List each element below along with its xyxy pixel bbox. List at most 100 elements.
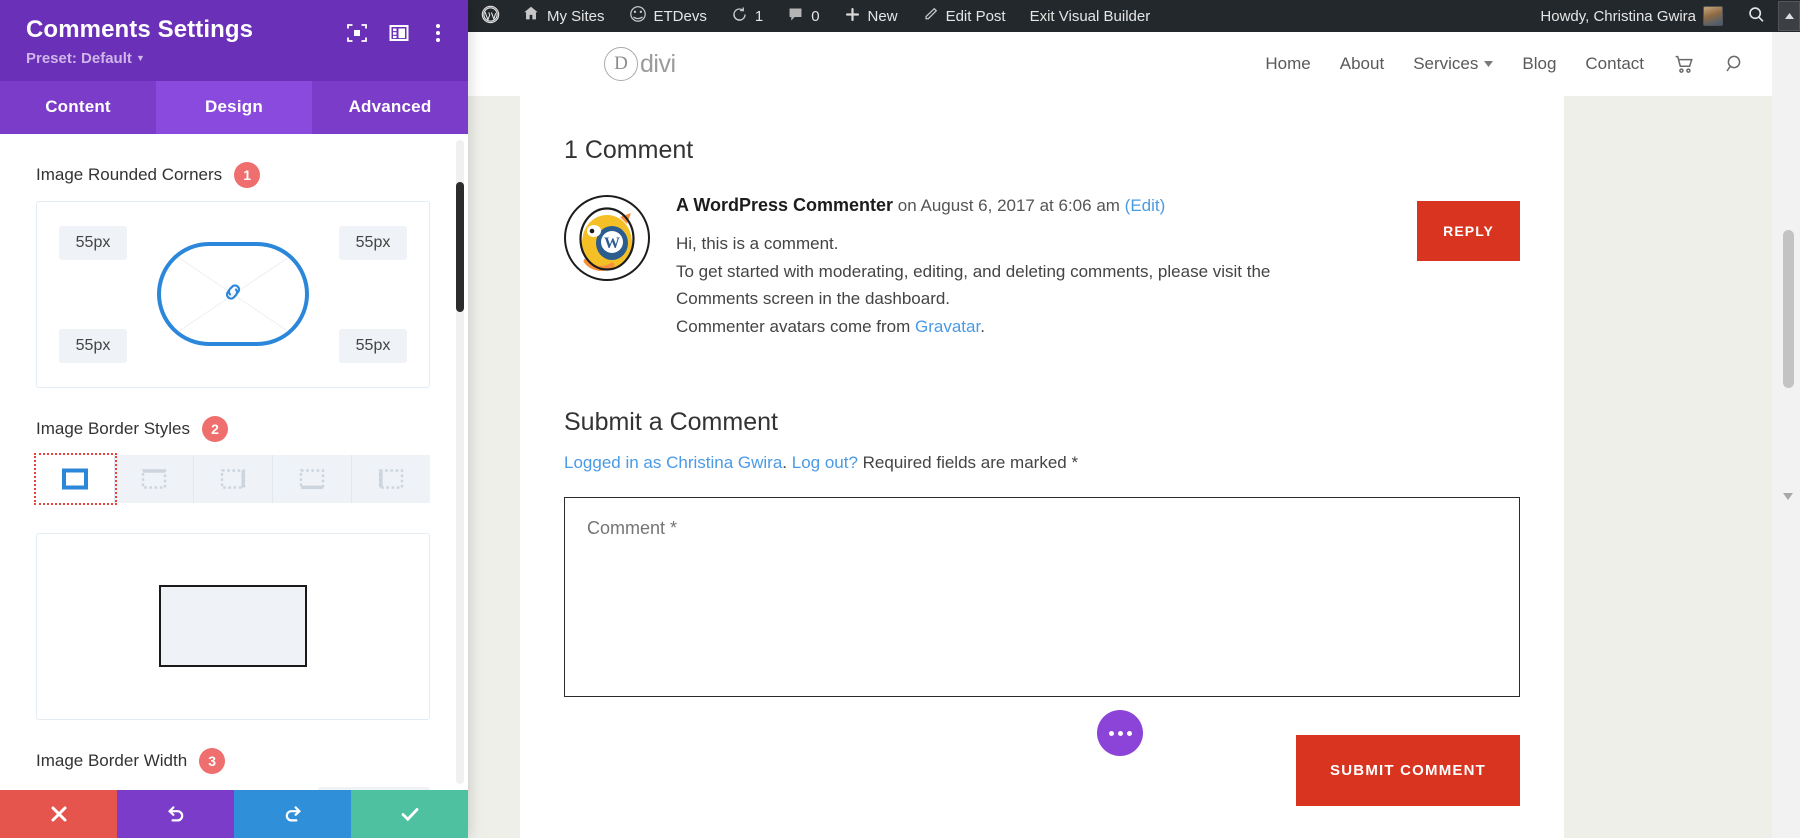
- my-account-menu[interactable]: Howdy, Christina Gwira: [1528, 0, 1735, 32]
- edit-post-link[interactable]: Edit Post: [910, 0, 1018, 32]
- logged-in-notice: Logged in as Christina Gwira. Log out? R…: [564, 453, 1520, 473]
- border-width-input[interactable]: 2px: [318, 786, 430, 790]
- comment-item: W A WordPress Commenter on August 6, 201…: [564, 195, 1520, 340]
- field-rounded-corners-label-row: Image Rounded Corners 1: [36, 161, 430, 188]
- border-style-right-button[interactable]: [194, 454, 273, 503]
- svg-text:W: W: [604, 235, 620, 252]
- comment-body: A WordPress Commenter on August 6, 2017 …: [676, 195, 1520, 340]
- step-badge-2: 2: [202, 415, 229, 442]
- exit-visual-builder-label: Exit Visual Builder: [1029, 7, 1151, 25]
- avatar: [1703, 6, 1723, 26]
- panel-preset-label: Preset: Default: [26, 49, 132, 67]
- border-preview-rect: [159, 585, 307, 668]
- chevron-down-icon[interactable]: [1782, 490, 1794, 502]
- updates-menu[interactable]: 1: [719, 0, 775, 32]
- plus-icon: [844, 6, 861, 27]
- layout-columns-icon[interactable]: [388, 22, 410, 44]
- submit-comment-button[interactable]: SUBMIT COMMENT: [1296, 735, 1520, 807]
- pencil-icon: [922, 6, 939, 27]
- more-options-icon[interactable]: [430, 22, 446, 44]
- tab-advanced[interactable]: Advanced: [312, 81, 468, 134]
- rounded-corners-control[interactable]: 55px 55px 55px 55px: [36, 200, 430, 388]
- site-name-menu[interactable]: ETDevs: [617, 0, 719, 32]
- cancel-changes-button[interactable]: [0, 790, 117, 838]
- wapuu-illustration: W: [579, 207, 635, 271]
- wordpress-wapuu-avatar: W: [564, 195, 650, 281]
- comments-menu[interactable]: 0: [775, 0, 831, 32]
- cart-icon[interactable]: [1673, 53, 1695, 75]
- new-content-menu[interactable]: New: [832, 0, 910, 32]
- corner-top-right-input[interactable]: 55px: [339, 225, 407, 260]
- comment-edit-link[interactable]: (Edit): [1125, 196, 1166, 215]
- exit-visual-builder-link[interactable]: Exit Visual Builder: [1018, 0, 1163, 32]
- updates-count: 1: [754, 7, 764, 25]
- corner-bottom-left-input[interactable]: 55px: [59, 328, 127, 363]
- comment-author: A WordPress Commenter: [676, 195, 894, 215]
- panel-header: Comments Settings Preset: Default ▼: [0, 0, 468, 81]
- panel-action-bar: [0, 790, 468, 838]
- nav-item-about[interactable]: About: [1340, 54, 1384, 74]
- edit-post-label: Edit Post: [945, 7, 1006, 25]
- save-changes-button[interactable]: [351, 790, 468, 838]
- tab-design[interactable]: Design: [156, 80, 312, 134]
- new-content-label: New: [867, 7, 898, 25]
- site-name-label: ETDevs: [653, 7, 707, 25]
- chevron-down-icon: [1484, 61, 1494, 67]
- border-style-left-button[interactable]: [352, 454, 430, 503]
- nav-item-blog[interactable]: Blog: [1522, 54, 1556, 74]
- search-icon: [1747, 5, 1766, 28]
- border-style-all-button[interactable]: [34, 452, 117, 505]
- comment-bubble-icon: [787, 6, 804, 27]
- border-style-bottom-button[interactable]: [273, 454, 352, 503]
- comment-textarea[interactable]: [564, 497, 1520, 698]
- corner-bottom-right-input[interactable]: 55px: [339, 328, 407, 363]
- my-sites-menu[interactable]: My Sites: [510, 0, 617, 32]
- my-sites-label: My Sites: [547, 7, 605, 25]
- avatar-note-prefix: Commenter avatars come from: [676, 316, 916, 336]
- nav-item-contact[interactable]: Contact: [1585, 54, 1644, 74]
- corner-top-left-input[interactable]: 55px: [59, 225, 127, 260]
- page-settings-fab[interactable]: [1097, 710, 1143, 756]
- wordpress-logo-menu[interactable]: [468, 0, 510, 32]
- updates-icon: [731, 6, 748, 27]
- chevron-up-icon: [1784, 13, 1794, 19]
- panel-scrollbar-thumb[interactable]: [456, 181, 464, 312]
- field-label: Image Border Styles: [36, 418, 191, 438]
- log-out-link[interactable]: Log out?: [792, 453, 858, 472]
- browser-scrollbar-thumb[interactable]: [1783, 230, 1794, 388]
- redo-button[interactable]: [234, 790, 351, 838]
- step-badge-3: 3: [199, 747, 226, 774]
- site-header: D divi Home About Services Blog Contact: [468, 32, 1772, 96]
- search-icon[interactable]: [1724, 53, 1746, 75]
- scroll-up-button[interactable]: [1778, 1, 1800, 31]
- comment-meta-on: on: [897, 196, 917, 215]
- panel-preset-selector[interactable]: Preset: Default ▼: [26, 50, 346, 67]
- comment-date: August 6, 2017 at 6:06 am: [920, 196, 1120, 215]
- tab-content[interactable]: Content: [0, 81, 156, 134]
- site-logo[interactable]: D divi: [604, 47, 676, 81]
- reply-button[interactable]: REPLY: [1417, 201, 1520, 261]
- panel-tabs: Content Design Advanced: [0, 80, 468, 134]
- field-label: Image Rounded Corners: [36, 164, 223, 184]
- primary-navigation: Home About Services Blog Contact: [1265, 53, 1772, 75]
- gravatar-link[interactable]: Gravatar: [915, 317, 980, 336]
- logo-text: divi: [640, 49, 676, 78]
- logged-in-as-link[interactable]: Logged in as Christina Gwira: [564, 453, 782, 472]
- comments-count-heading: 1 Comment: [564, 136, 694, 164]
- field-label: Image Border Width: [36, 750, 188, 770]
- focus-target-icon[interactable]: [346, 22, 368, 44]
- undo-button[interactable]: [117, 790, 234, 838]
- comment-text-line: Comments screen in the dashboard.: [676, 289, 951, 309]
- post-content-card: 1 Comment W A WordPress Commenter on Aug…: [520, 96, 1564, 838]
- browser-scrollbar-track[interactable]: [1772, 32, 1800, 838]
- nav-item-home[interactable]: Home: [1265, 54, 1310, 74]
- link-icon[interactable]: [220, 279, 246, 310]
- admin-bar-search-button[interactable]: [1735, 0, 1778, 32]
- wordpress-admin-bar: My Sites ETDevs 1 0 New Edit Post Exit V…: [468, 0, 1800, 32]
- border-style-top-button[interactable]: [115, 454, 194, 503]
- comment-meta: A WordPress Commenter on August 6, 2017 …: [676, 195, 1520, 216]
- logo-mark: D: [604, 47, 638, 81]
- wordpress-icon: [481, 5, 500, 28]
- submit-row: SUBMIT COMMENT: [564, 735, 1520, 807]
- nav-item-services[interactable]: Services: [1413, 54, 1494, 74]
